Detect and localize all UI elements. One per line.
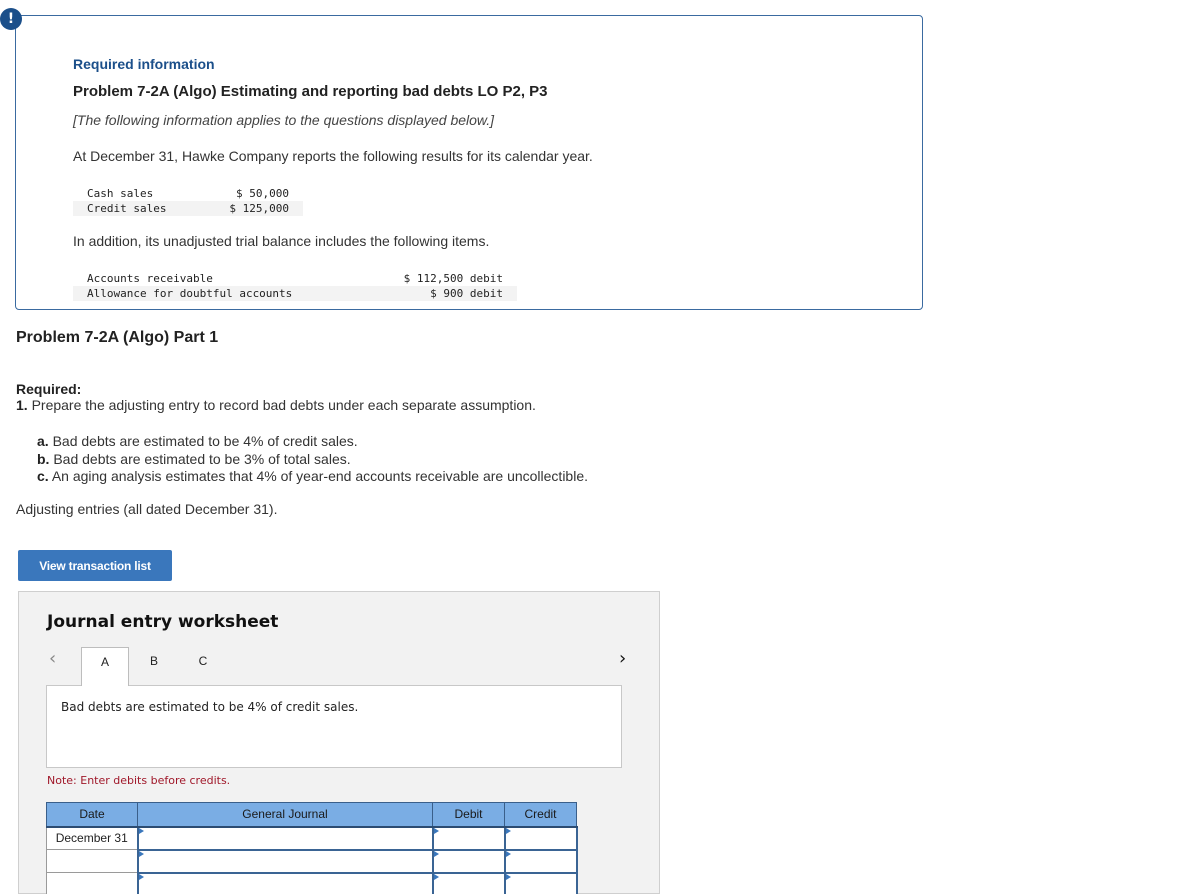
trial-balance-table: Accounts receivable $ 112,500 debit Allo… — [73, 271, 517, 301]
date-cell — [46, 872, 138, 894]
table-row: Credit sales $ 125,000 — [73, 201, 303, 216]
credit-input[interactable] — [503, 848, 578, 874]
sales-label: Credit sales — [73, 201, 193, 216]
credit-input[interactable] — [503, 825, 578, 851]
sales-label: Cash sales — [87, 187, 154, 200]
adjusting-entries-note: Adjusting entries (all dated December 31… — [16, 501, 278, 517]
debit-input[interactable] — [431, 825, 506, 851]
journal-entry-worksheet: Journal entry worksheet ‹ A B C › Bad de… — [18, 591, 660, 894]
trial-balance-intro: In addition, its unadjusted trial balanc… — [73, 233, 490, 249]
requirement-number: 1. — [16, 397, 28, 413]
account-amount: $ 900 debit — [373, 286, 517, 301]
column-header-date: Date — [46, 802, 138, 828]
part-title: Problem 7-2A (Algo) Part 1 — [16, 329, 219, 346]
sales-amount: $ 125,000 — [193, 201, 303, 216]
assumption-letter: b. — [37, 450, 50, 467]
account-input[interactable] — [136, 871, 434, 894]
worksheet-title: Journal entry worksheet — [47, 612, 279, 632]
assumption-item: c. An aging analysis estimates that 4% o… — [37, 468, 588, 486]
date-cell — [46, 849, 138, 873]
debits-note: Note: Enter debits before credits. — [47, 774, 231, 787]
chevron-left-icon[interactable]: ‹ — [49, 648, 56, 669]
problem-title: Problem 7-2A (Algo) Estimating and repor… — [73, 83, 548, 100]
account-input[interactable] — [136, 848, 434, 874]
account-label: Accounts receivable — [87, 272, 213, 285]
general-journal-table: Date General Journal Debit Credit Decemb… — [46, 802, 578, 894]
table-row — [46, 848, 578, 874]
journal-header-row: Date General Journal Debit Credit — [46, 802, 577, 828]
debit-input[interactable] — [431, 871, 506, 894]
table-row — [46, 871, 578, 894]
column-header-general-journal: General Journal — [137, 802, 433, 828]
alert-icon: ! — [0, 8, 22, 30]
transaction-description-box: Bad debts are estimated to be 4% of cred… — [46, 685, 622, 768]
transaction-description: Bad debts are estimated to be 4% of cred… — [61, 700, 359, 714]
tab-b[interactable]: B — [130, 647, 178, 685]
table-row: Accounts receivable $ 112,500 debit — [73, 271, 517, 286]
assumption-letter: c. — [37, 468, 49, 484]
chevron-right-icon[interactable]: › — [619, 648, 626, 669]
assumption-text: Bad debts are estimated to be 4% of cred… — [52, 433, 358, 449]
credit-input[interactable] — [503, 871, 578, 894]
assumption-letter: a. — [37, 433, 49, 449]
column-header-debit: Debit — [432, 802, 505, 828]
required-label: Required: — [16, 381, 82, 397]
assumptions-list: a. Bad debts are estimated to be 4% of c… — [37, 433, 588, 486]
required-information-heading: Required information — [73, 56, 215, 72]
column-header-credit: Credit — [504, 802, 577, 828]
tab-c[interactable]: C — [179, 647, 227, 685]
requirement-line: 1. Prepare the adjusting entry to record… — [16, 397, 536, 413]
tab-a[interactable]: A — [81, 647, 129, 686]
date-cell: December 31 — [46, 826, 138, 850]
account-amount: $ 112,500 debit — [403, 272, 503, 285]
assumption-text: Bad debts are estimated to be 3% of tota… — [53, 450, 351, 467]
assumption-text: An aging analysis estimates that 4% of y… — [51, 468, 589, 484]
applies-note: [The following information applies to th… — [73, 112, 495, 128]
assumption-item: a. Bad debts are estimated to be 4% of c… — [37, 433, 588, 451]
sales-table: Cash sales $ 50,000 Credit sales $ 125,0… — [73, 186, 303, 216]
assumption-item: b. Bad debts are estimated to be 3% of t… — [37, 451, 588, 469]
required-information-box: Required information Problem 7-2A (Algo)… — [15, 15, 923, 310]
table-row: December 31 — [46, 825, 578, 851]
requirement-text: Prepare the adjusting entry to record ba… — [31, 397, 536, 413]
sales-amount: $ 50,000 — [236, 187, 289, 200]
view-transaction-list-button[interactable]: View transaction list — [18, 550, 172, 581]
intro-text: At December 31, Hawke Company reports th… — [73, 148, 593, 164]
account-label: Allowance for doubtful accounts — [73, 286, 373, 301]
debit-input[interactable] — [431, 848, 506, 874]
account-input[interactable] — [136, 825, 434, 851]
table-row: Allowance for doubtful accounts $ 900 de… — [73, 286, 517, 301]
table-row: Cash sales $ 50,000 — [73, 186, 303, 201]
